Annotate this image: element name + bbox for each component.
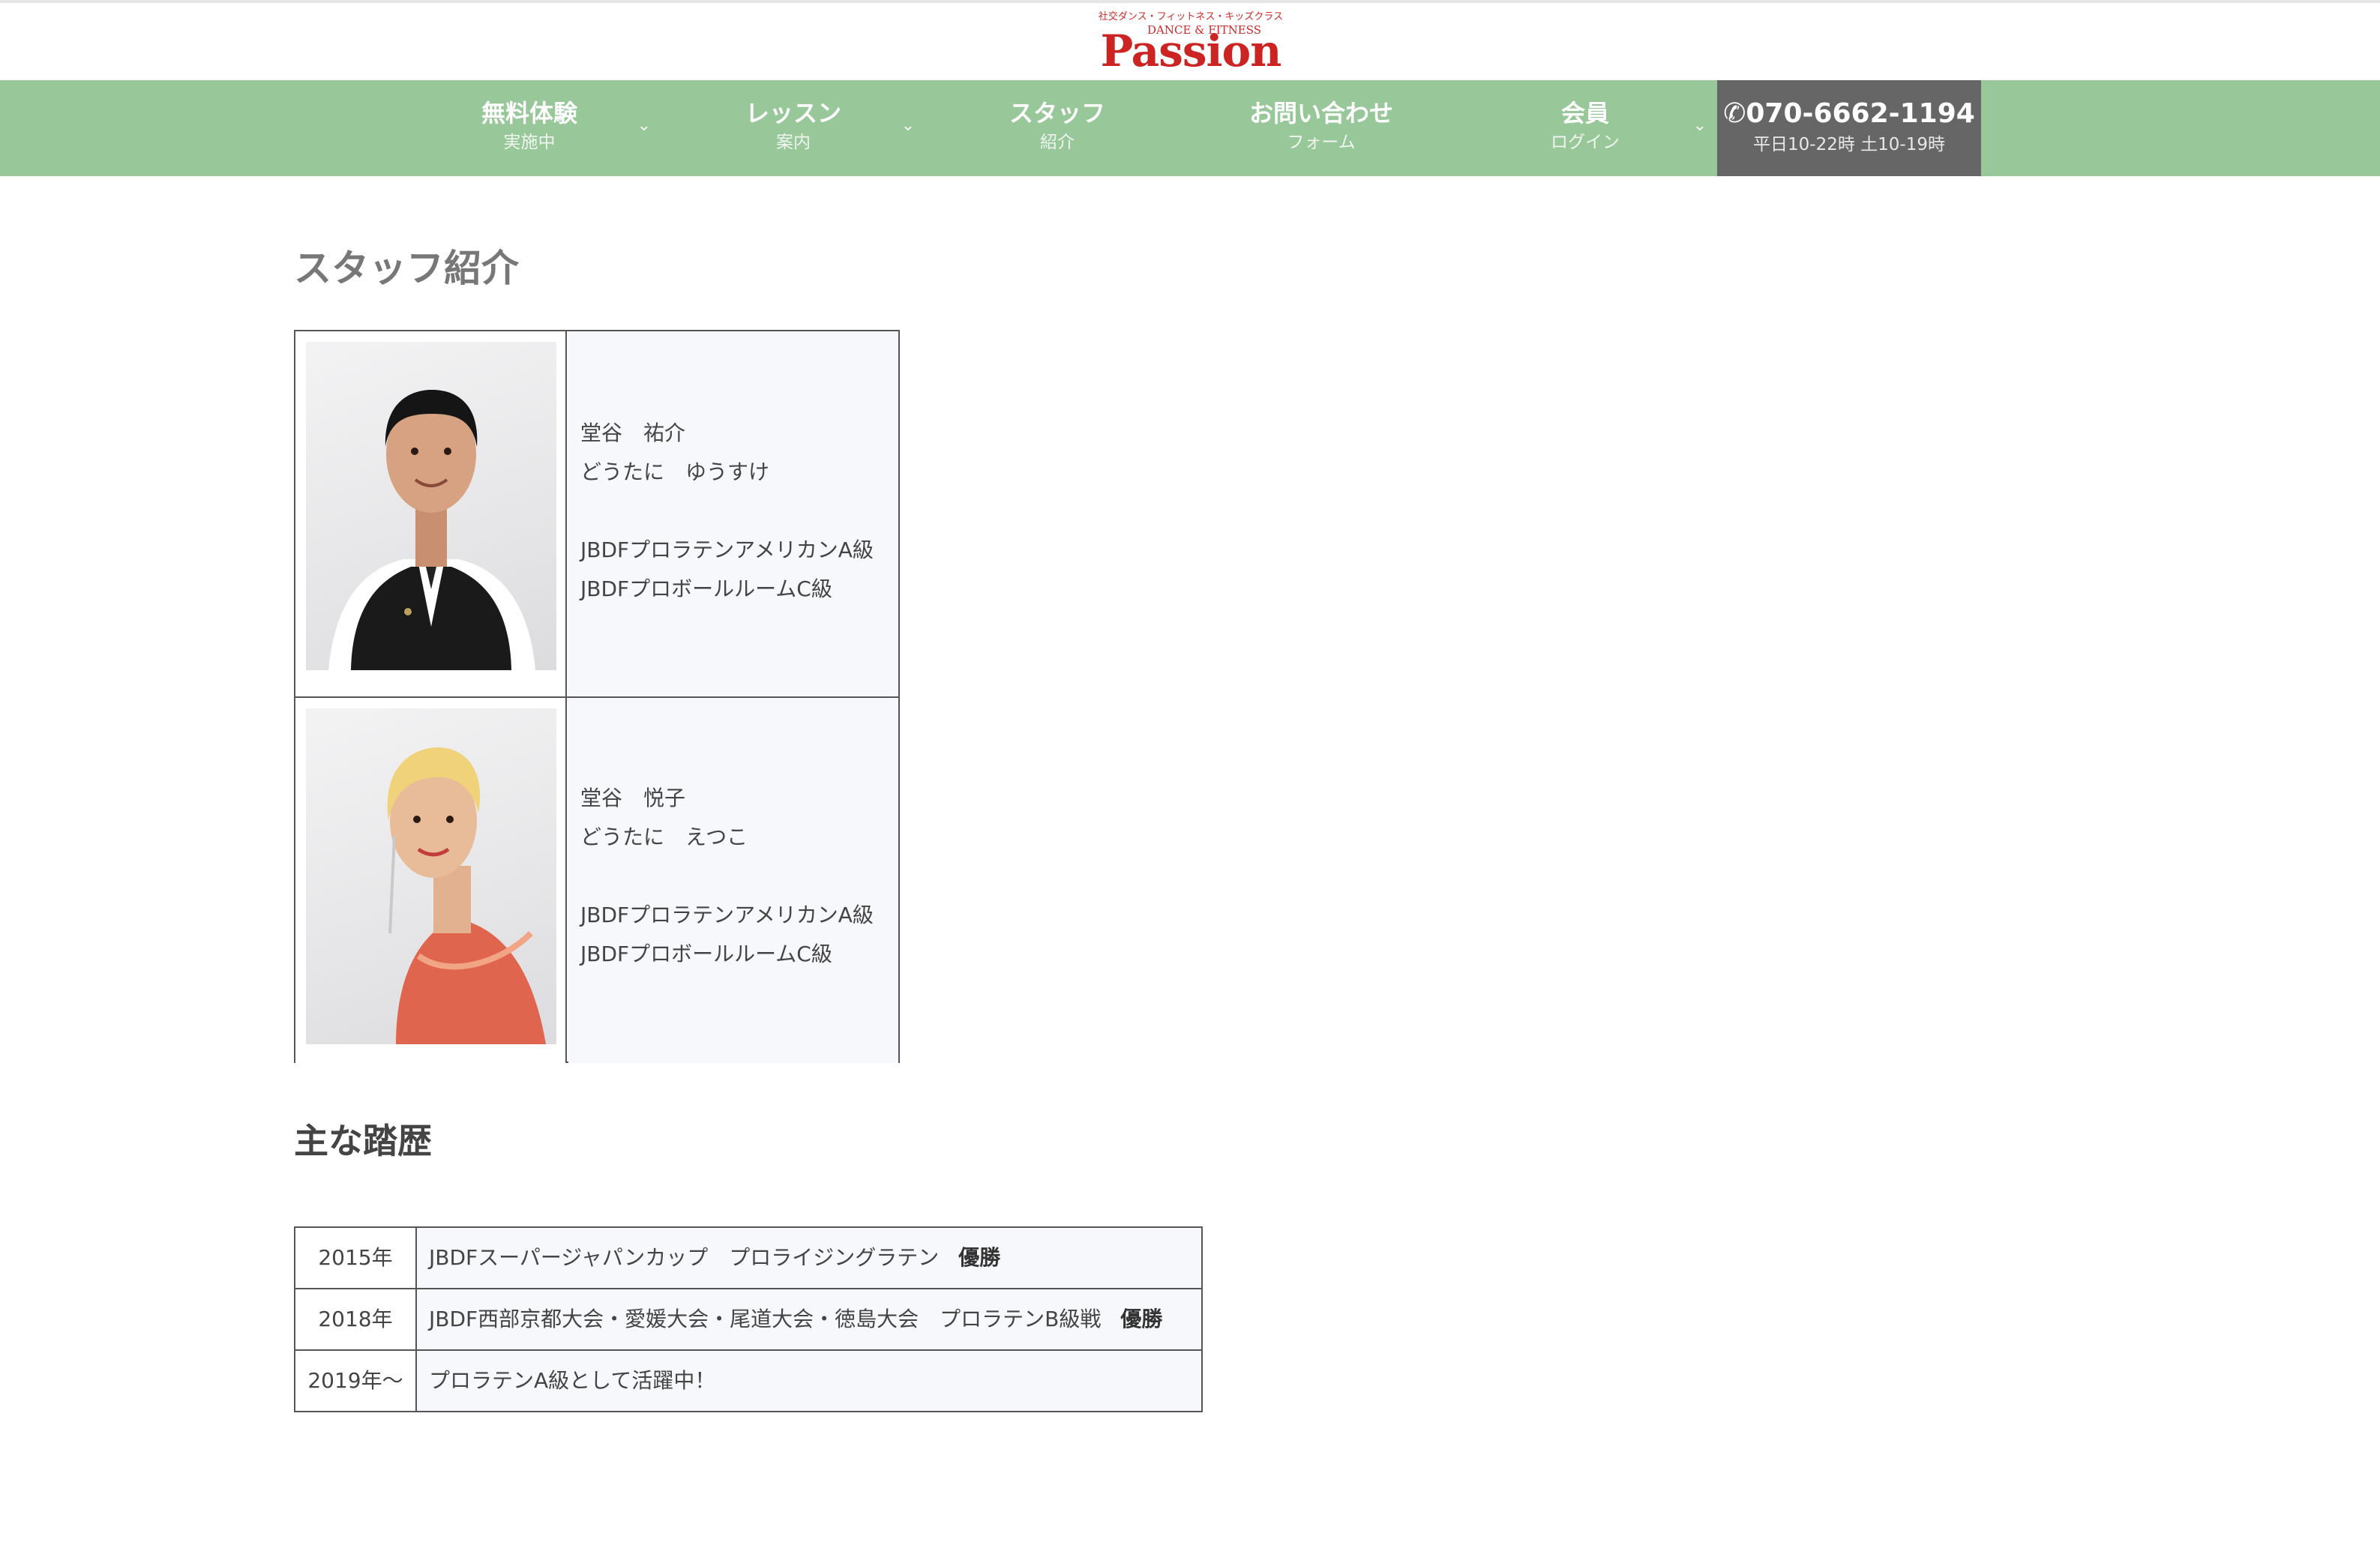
- staff-qualification: JBDFプロボールルームC級: [580, 576, 832, 601]
- phone-number-line: ✆070-6662-1194: [1717, 98, 1981, 130]
- phone-icon: ✆: [1723, 98, 1746, 129]
- nav-item-sublabel: フォーム: [1287, 133, 1356, 152]
- staff-photo-cell: [295, 331, 567, 696]
- nav-item-label: スタッフ: [1009, 99, 1105, 127]
- staff-kana: どうたに えつこ: [580, 825, 748, 849]
- top-border: [0, 0, 2380, 3]
- logo-wordmark: Passion: [1100, 25, 1282, 76]
- site-logo[interactable]: 社交ダンス・フィットネス・キッズクラス DANCE & FITNESS Pass…: [1098, 11, 1284, 74]
- history-event-text: JBDFスーパージャパンカップ プロライジングラテン: [429, 1245, 940, 1270]
- history-result: 優勝: [958, 1245, 1001, 1270]
- staff-row: 堂谷 悦子 どうたに えつこ JBDFプロラテンアメリカンA級 JBDFプロボー…: [295, 698, 898, 1063]
- history-event: JBDFスーパージャパンカップ プロライジングラテン 優勝: [417, 1228, 1201, 1288]
- nav-item-label: レッスン: [745, 99, 841, 127]
- history-event-text: JBDF西部京都大会・愛媛大会・尾道大会・徳島大会 プロラテンB級戦: [429, 1307, 1102, 1331]
- staff-qualification: JBDFプロボールルームC級: [580, 942, 832, 966]
- nav-item-staff[interactable]: スタッフ 紹介: [925, 80, 1189, 176]
- phone-hours: 平日10-22時 土10-19時: [1753, 135, 1945, 154]
- logo-tagline: 社交ダンス・フィットネス・キッズクラス: [1098, 11, 1284, 22]
- staff-info: 堂谷 祐介 どうたに ゆうすけ JBDFプロラテンアメリカンA級 JBDFプロボ…: [580, 414, 874, 609]
- staff-table: 堂谷 祐介 どうたに ゆうすけ JBDFプロラテンアメリカンA級 JBDFプロボ…: [294, 330, 900, 1063]
- nav-item-free-trial[interactable]: 無料体験 実施中 ⌄: [397, 80, 661, 176]
- nav-item-sublabel: ログイン: [1551, 133, 1620, 152]
- staff-kana: どうたに ゆうすけ: [580, 460, 770, 484]
- staff-photo-female: [306, 708, 556, 1044]
- table-row: 2018年 JBDF西部京都大会・愛媛大会・尾道大会・徳島大会 プロラテンB級戦…: [295, 1289, 1201, 1351]
- history-table: 2015年 JBDFスーパージャパンカップ プロライジングラテン 優勝 2018年…: [294, 1226, 1203, 1412]
- chevron-down-icon: ⌄: [637, 116, 651, 135]
- history-result: 優勝: [1120, 1307, 1163, 1331]
- chevron-down-icon: ⌄: [901, 116, 915, 135]
- staff-name: 堂谷 悦子: [580, 786, 686, 810]
- staff-name: 堂谷 祐介: [580, 421, 686, 445]
- history-year: 2015年: [295, 1228, 417, 1288]
- staff-photo-male: [306, 342, 556, 670]
- main-nav: 無料体験 実施中 ⌄ レッスン 案内 ⌄ スタッフ 紹介 お問い合わせ フォーム…: [0, 80, 2380, 176]
- history-year: 2019年〜: [295, 1351, 417, 1411]
- table-row: 2015年 JBDFスーパージャパンカップ プロライジングラテン 優勝: [295, 1228, 1201, 1289]
- staff-info-cell: 堂谷 悦子 どうたに えつこ JBDFプロラテンアメリカンA級 JBDFプロボー…: [568, 698, 898, 1063]
- nav-item-label: 無料体験: [481, 99, 577, 127]
- history-event-text: プロラテンA級として活躍中！: [429, 1368, 716, 1393]
- staff-info-cell: 堂谷 祐介 どうたに ゆうすけ JBDFプロラテンアメリカンA級 JBDFプロボ…: [568, 331, 898, 696]
- nav-item-label: 会員: [1560, 99, 1609, 127]
- nav-item-lessons[interactable]: レッスン 案内 ⌄: [661, 80, 925, 176]
- staff-photo-cell: [295, 698, 567, 1063]
- staff-qualification: JBDFプロラテンアメリカンA級: [580, 903, 874, 927]
- nav-item-contact[interactable]: お問い合わせ フォーム: [1189, 80, 1453, 176]
- history-title: 主な踏歴: [294, 1121, 432, 1161]
- chevron-down-icon: ⌄: [1692, 116, 1707, 135]
- nav-item-label: お問い合わせ: [1248, 99, 1393, 127]
- staff-row: 堂谷 祐介 どうたに ゆうすけ JBDFプロラテンアメリカンA級 JBDFプロボ…: [295, 331, 898, 698]
- nav-item-member-login[interactable]: 会員 ログイン ⌄: [1453, 80, 1717, 176]
- page-title: スタッフ紹介: [294, 247, 519, 290]
- staff-qualification: JBDFプロラテンアメリカンA級: [580, 537, 874, 562]
- phone-button[interactable]: ✆070-6662-1194 平日10-22時 土10-19時: [1717, 80, 1981, 176]
- history-event: プロラテンA級として活躍中！: [417, 1351, 1201, 1411]
- nav-item-sublabel: 紹介: [1040, 133, 1075, 152]
- staff-info: 堂谷 悦子 どうたに えつこ JBDFプロラテンアメリカンA級 JBDFプロボー…: [580, 779, 874, 974]
- nav-item-sublabel: 実施中: [503, 133, 556, 152]
- nav-item-sublabel: 案内: [776, 133, 811, 152]
- table-row: 2019年〜 プロラテンA級として活躍中！: [295, 1351, 1201, 1411]
- history-event: JBDF西部京都大会・愛媛大会・尾道大会・徳島大会 プロラテンB級戦 優勝: [417, 1289, 1201, 1349]
- phone-number: 070-6662-1194: [1746, 98, 1975, 129]
- history-year: 2018年: [295, 1289, 417, 1349]
